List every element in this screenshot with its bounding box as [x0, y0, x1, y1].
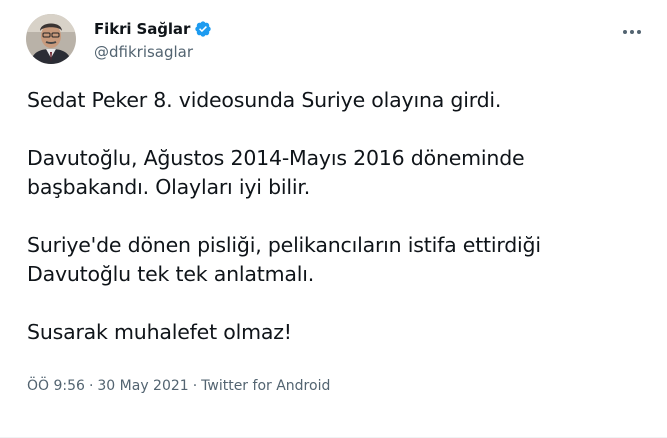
tweet-text: Sedat Peker 8. videosunda Suriye olayına… [27, 86, 647, 376]
tweet-line: Suriye'de dönen pisliği, pelikancıların … [27, 233, 541, 257]
more-horizontal-icon[interactable] [617, 20, 647, 44]
tweet-line: başbakandı. Olayları iyi bilir. [27, 175, 311, 199]
tweet-line: Susarak muhalefet olmaz! [27, 320, 292, 344]
author-name-row: Fikri Sağlar [94, 20, 212, 38]
verified-badge-icon [194, 20, 212, 38]
avatar-image [26, 14, 76, 64]
tweet-paragraph: Davutoğlu, Ağustos 2014-Mayıs 2016 dönem… [27, 144, 647, 202]
tweet-card: Fikri Sağlar @dfikrisaglar Sedat Peker 8… [0, 0, 667, 438]
tweet-line: Davutoğlu tek tek anlatmalı. [27, 262, 315, 286]
tweet-paragraph: Suriye'de dönen pisliği, pelikancıların … [27, 231, 647, 289]
meta-separator: · [192, 378, 198, 394]
tweet-source[interactable]: Twitter for Android [201, 378, 330, 394]
author-handle[interactable]: @dfikrisaglar [94, 43, 193, 61]
meta-separator: · [88, 378, 94, 394]
tweet-line: Davutoğlu, Ağustos 2014-Mayıs 2016 dönem… [27, 146, 525, 170]
tweet-line: Sedat Peker 8. videosunda Suriye olayına… [27, 88, 502, 112]
tweet-date[interactable]: 30 May 2021 [97, 378, 188, 394]
avatar[interactable] [26, 14, 76, 64]
tweet-time[interactable]: ÖÖ 9:56 [27, 378, 85, 394]
author-display-name[interactable]: Fikri Sağlar [94, 20, 190, 38]
tweet-paragraph: Sedat Peker 8. videosunda Suriye olayına… [27, 86, 647, 115]
tweet-meta: ÖÖ 9:56 · 30 May 2021 · Twitter for Andr… [27, 378, 330, 394]
tweet-paragraph: Susarak muhalefet olmaz! [27, 318, 647, 347]
